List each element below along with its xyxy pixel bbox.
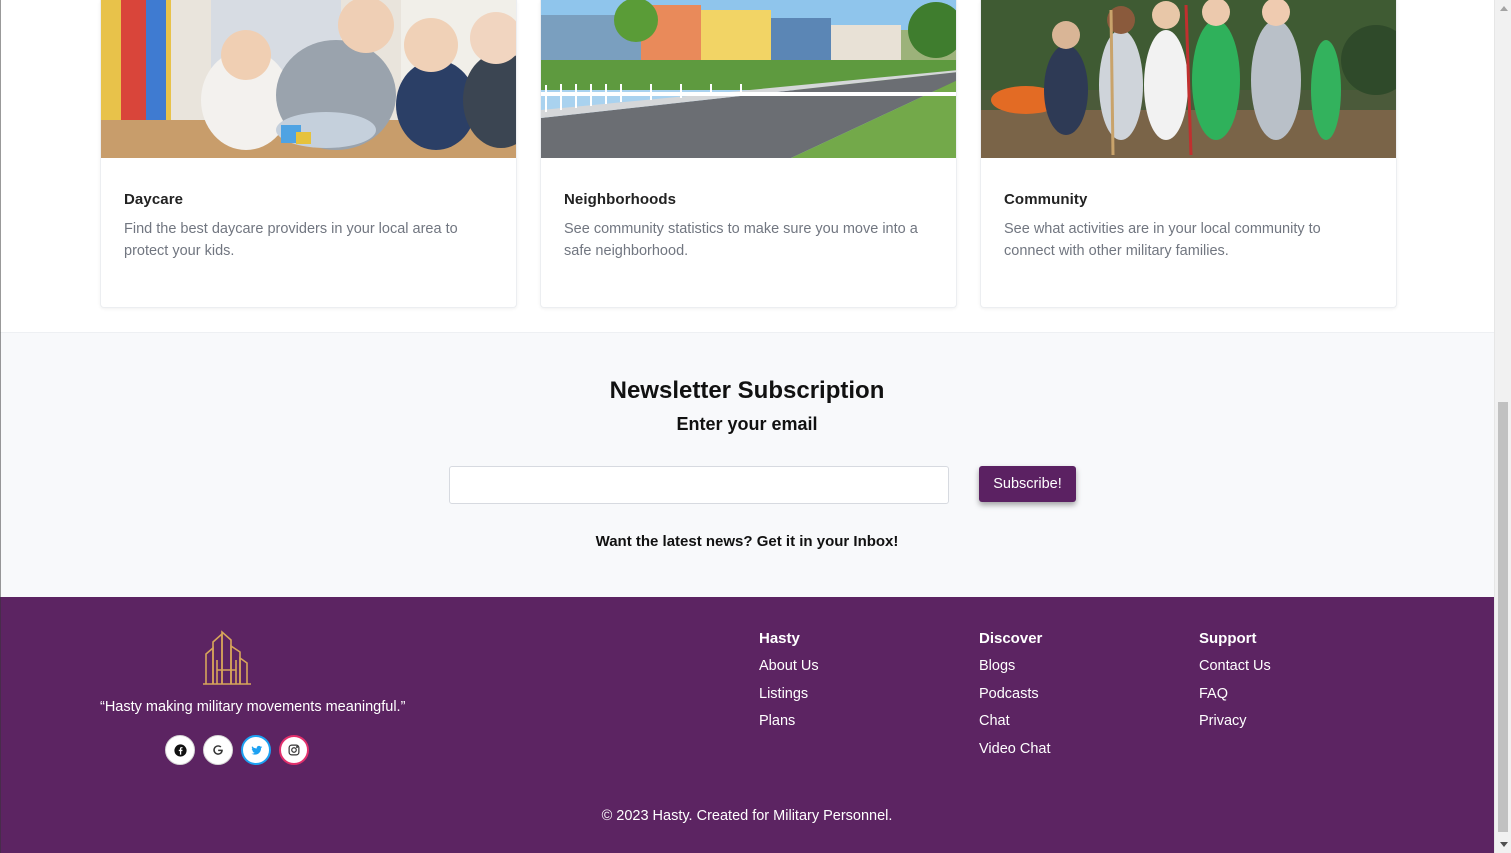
footer-link-contact-us[interactable]: Contact Us	[1199, 658, 1271, 686]
footer-heading: Support	[1199, 630, 1257, 647]
facebook-icon[interactable]	[165, 735, 195, 765]
footer-link-faq[interactable]: FAQ	[1199, 686, 1271, 714]
card-daycare[interactable]: Daycare Find the best daycare providers …	[100, 0, 517, 308]
footer-link-chat[interactable]: Chat	[979, 713, 1050, 741]
footer-heading: Hasty	[759, 630, 800, 647]
feature-cards: Daycare Find the best daycare providers …	[0, 0, 1494, 332]
footer-link-podcasts[interactable]: Podcasts	[979, 686, 1050, 714]
daycare-image	[101, 0, 516, 158]
footer-link-privacy[interactable]: Privacy	[1199, 713, 1271, 741]
card-title: Neighborhoods	[564, 191, 677, 208]
subscribe-button[interactable]: Subscribe!	[979, 466, 1076, 502]
card-description: See what activities are in your local co…	[1004, 221, 1321, 259]
card-description: See community statistics to make sure yo…	[564, 221, 918, 259]
footer-link-about-us[interactable]: About Us	[759, 658, 819, 686]
neighborhoods-image	[541, 0, 956, 158]
footer-column-discover: Discover Blogs Podcasts Chat Video Chat	[979, 630, 1050, 769]
footer-heading: Discover	[979, 630, 1043, 647]
vertical-scrollbar[interactable]	[1494, 0, 1511, 853]
footer-column-support: Support Contact Us FAQ Privacy	[1199, 630, 1271, 741]
footer-link-blogs[interactable]: Blogs	[979, 658, 1050, 686]
scroll-down-arrow-icon[interactable]	[1495, 836, 1511, 853]
window-edge	[0, 0, 1, 853]
footer: “Hasty making military movements meaning…	[0, 597, 1494, 853]
newsletter-subtitle: Enter your email	[676, 414, 818, 434]
card-description: Find the best daycare providers in your …	[124, 221, 458, 259]
footer-tagline: “Hasty making military movements meaning…	[100, 699, 406, 715]
google-icon[interactable]	[203, 735, 233, 765]
footer-link-plans[interactable]: Plans	[759, 713, 819, 741]
card-community[interactable]: Community See what activities are in you…	[980, 0, 1397, 308]
card-title: Community	[1004, 191, 1088, 208]
footer-link-video-chat[interactable]: Video Chat	[979, 741, 1050, 769]
footer-column-hasty: Hasty About Us Listings Plans	[759, 630, 819, 741]
newsletter-title: Newsletter Subscription	[609, 377, 885, 404]
scroll-up-arrow-icon[interactable]	[1495, 0, 1511, 17]
copyright-text: © 2023 Hasty. Created for Military Perso…	[601, 808, 893, 824]
newsletter-note: Want the latest news? Get it in your Inb…	[595, 533, 899, 550]
footer-link-listings[interactable]: Listings	[759, 686, 819, 714]
instagram-icon[interactable]	[279, 735, 309, 765]
community-image	[981, 0, 1396, 158]
card-neighborhoods[interactable]: Neighborhoods See community statistics t…	[540, 0, 957, 308]
scrollbar-thumb[interactable]	[1498, 402, 1508, 832]
page: Daycare Find the best daycare providers …	[0, 0, 1494, 853]
card-title: Daycare	[124, 191, 184, 208]
email-input[interactable]	[449, 466, 949, 504]
newsletter-section: Newsletter Subscription Enter your email…	[0, 332, 1494, 597]
twitter-icon[interactable]	[241, 735, 271, 765]
hasty-logo-icon[interactable]	[200, 630, 254, 686]
